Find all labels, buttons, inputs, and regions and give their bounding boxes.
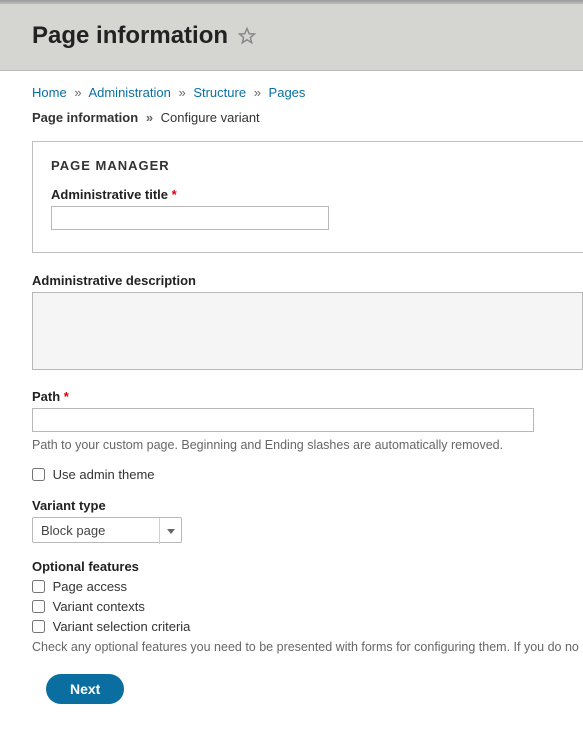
- variant-selection-criteria-label: Variant selection criteria: [53, 619, 191, 634]
- next-button[interactable]: Next: [46, 674, 124, 704]
- favorite-star-icon[interactable]: [238, 27, 256, 48]
- header-band: Page information: [0, 4, 583, 71]
- page-manager-panel: PAGE MANAGER Administrative title *: [32, 141, 583, 253]
- variant-contexts-label: Variant contexts: [53, 599, 145, 614]
- optional-row-variant-contexts: Variant contexts: [32, 598, 583, 614]
- subtrail-current: Page information: [32, 110, 138, 125]
- optional-row-page-access: Page access: [32, 578, 583, 594]
- subtrail-action: Configure variant: [161, 110, 260, 125]
- breadcrumb: Home » Administration » Structure » Page…: [32, 85, 583, 100]
- page-access-label: Page access: [53, 579, 127, 594]
- use-admin-theme-label: Use admin theme: [53, 467, 155, 482]
- subtrail-sep: »: [142, 110, 157, 125]
- required-marker: *: [64, 389, 69, 404]
- path-label: Path *: [32, 389, 583, 404]
- required-marker: *: [172, 187, 177, 202]
- page-access-checkbox[interactable]: [32, 580, 45, 593]
- variant-contexts-checkbox[interactable]: [32, 600, 45, 613]
- breadcrumb-link-pages[interactable]: Pages: [269, 85, 306, 100]
- panel-title: PAGE MANAGER: [51, 158, 565, 173]
- optional-features-label: Optional features: [32, 559, 583, 574]
- optional-row-variant-selection-criteria: Variant selection criteria: [32, 618, 583, 634]
- breadcrumb-link-administration[interactable]: Administration: [88, 85, 170, 100]
- admin-title-input[interactable]: [51, 206, 329, 230]
- path-input[interactable]: [32, 408, 534, 432]
- breadcrumb-sep: »: [250, 85, 265, 100]
- breadcrumb-link-home[interactable]: Home: [32, 85, 67, 100]
- optional-help-text: Check any optional features you need to …: [32, 640, 583, 654]
- variant-type-selected: Block page: [41, 523, 105, 538]
- use-admin-theme-checkbox[interactable]: [32, 468, 45, 481]
- chevron-down-icon: [159, 518, 181, 544]
- admin-title-label: Administrative title *: [51, 187, 565, 202]
- admin-title-label-text: Administrative title: [51, 187, 168, 202]
- breadcrumb-sep: »: [174, 85, 189, 100]
- variant-type-select[interactable]: Block page: [32, 517, 182, 543]
- breadcrumb-sep: »: [70, 85, 85, 100]
- page-title: Page information: [32, 22, 228, 50]
- breadcrumb-link-structure[interactable]: Structure: [193, 85, 246, 100]
- use-admin-theme-row: Use admin theme: [32, 466, 583, 482]
- path-help-text: Path to your custom page. Beginning and …: [32, 438, 583, 452]
- variant-type-label: Variant type: [32, 498, 583, 513]
- content-area: Home » Administration » Structure » Page…: [0, 71, 583, 724]
- admin-desc-label: Administrative description: [32, 273, 583, 288]
- variant-selection-criteria-checkbox[interactable]: [32, 620, 45, 633]
- subtrail: Page information » Configure variant: [32, 110, 583, 125]
- admin-desc-textarea[interactable]: [32, 292, 583, 370]
- path-label-text: Path: [32, 389, 60, 404]
